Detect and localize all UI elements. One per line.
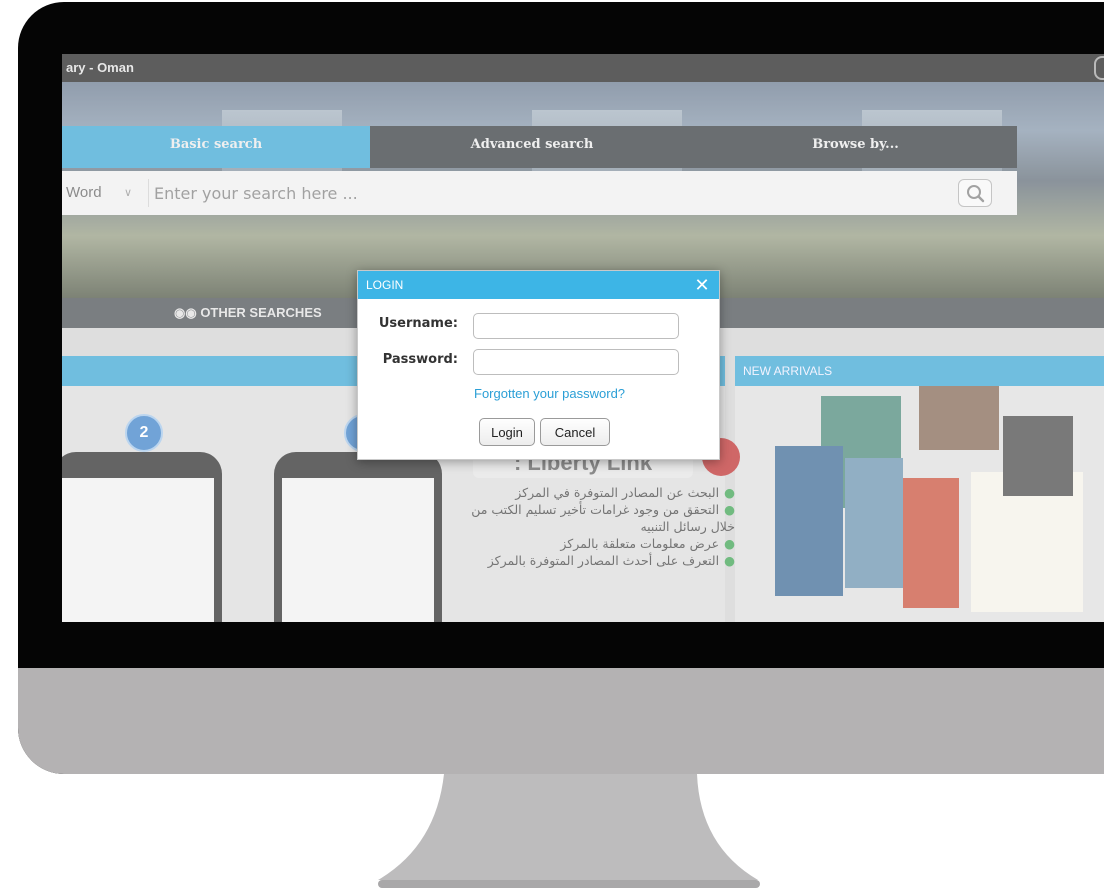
password-label: Password: [382,352,458,367]
login-dialog: LOGIN ✕ Username: Password: Forgotten yo… [357,270,720,460]
monitor-frame: ary - Oman Basic search Advanced search … [18,2,1104,774]
close-icon[interactable]: ✕ [693,275,711,295]
forgot-password-link[interactable]: Forgotten your password? [474,386,625,401]
password-field[interactable] [473,349,679,375]
dialog-title: LOGIN [366,278,404,292]
screen: ary - Oman Basic search Advanced search … [62,54,1104,622]
stand-neck [378,774,758,880]
dialog-header: LOGIN ✕ [358,271,719,299]
username-field[interactable] [473,313,679,339]
stand-base [378,880,760,888]
login-button[interactable]: Login [479,418,535,446]
monitor-chin [18,668,1104,774]
cancel-button[interactable]: Cancel [540,418,610,446]
username-label: Username: [378,316,458,331]
